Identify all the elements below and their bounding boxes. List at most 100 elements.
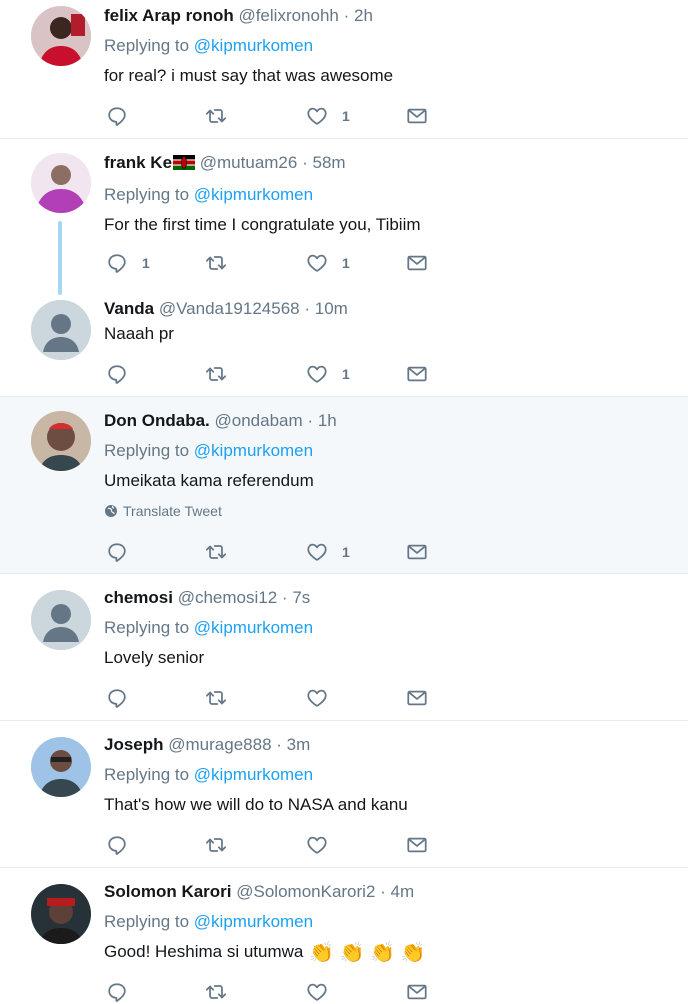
retweet-button[interactable] (205, 980, 227, 1004)
mention-link[interactable]: @kipmurkomen (194, 618, 313, 637)
retweet-button[interactable] (205, 540, 227, 564)
avatar[interactable] (31, 300, 91, 360)
mention-link[interactable]: @kipmurkomen (194, 36, 313, 55)
author-name[interactable]: felix Arap ronoh (104, 6, 234, 25)
avatar[interactable] (31, 411, 91, 471)
timestamp[interactable]: 7s (292, 588, 310, 607)
author-handle[interactable]: @SolomonKarori2 (236, 882, 375, 901)
direct-message-button[interactable] (406, 251, 428, 275)
retweet-button[interactable] (205, 251, 227, 275)
timestamp[interactable]: 10m (315, 299, 348, 318)
author-name[interactable]: Joseph (104, 735, 164, 754)
author-handle[interactable]: @felixronohh (238, 6, 338, 25)
kenya-flag-icon (173, 155, 196, 175)
replying-to: Replying to @kipmurkomen (104, 618, 676, 638)
like-button[interactable]: 1 (306, 540, 350, 564)
avatar[interactable] (31, 737, 91, 797)
mention-link[interactable]: @kipmurkomen (194, 765, 313, 784)
replying-label: Replying to (104, 185, 190, 204)
timestamp[interactable]: 4m (391, 882, 415, 901)
like-icon (306, 105, 328, 127)
reply-icon (106, 834, 128, 856)
separator: · (304, 299, 311, 318)
direct-message-button[interactable] (406, 833, 428, 857)
tweet-actions: 1 (104, 540, 444, 564)
direct-message-icon (406, 834, 428, 856)
author-handle[interactable]: @murage888 (168, 735, 271, 754)
separator: · (281, 588, 288, 607)
retweet-button[interactable] (205, 104, 227, 128)
author-name[interactable]: Don Ondaba. (104, 411, 210, 430)
like-button[interactable] (306, 980, 328, 1004)
tweet-text-body: Good! Heshima si utumwa (104, 942, 304, 961)
tweet[interactable]: chemosi @chemosi12 · 7s Replying to @kip… (0, 574, 688, 720)
mention-link[interactable]: @kipmurkomen (194, 912, 313, 931)
direct-message-button[interactable] (406, 980, 428, 1004)
tweet[interactable]: frank Ke @mutuam26 · 58m Replying to @ki… (0, 139, 688, 295)
translate-tweet-link[interactable]: Translate Tweet (104, 503, 676, 519)
author-handle[interactable]: @mutuam26 (200, 153, 298, 172)
direct-message-button[interactable] (406, 540, 428, 564)
replying-label: Replying to (104, 618, 190, 637)
author-handle[interactable]: @Vanda19124568 (159, 299, 300, 318)
reply-button[interactable] (106, 104, 142, 128)
tweet-actions (104, 833, 444, 857)
timestamp[interactable]: 3m (287, 735, 311, 754)
timestamp[interactable]: 2h (354, 6, 373, 25)
replying-to: Replying to @kipmurkomen (104, 441, 676, 461)
globe-icon (105, 505, 117, 517)
like-button[interactable]: 1 (306, 362, 350, 386)
timestamp[interactable]: 1h (318, 411, 337, 430)
retweet-icon (205, 687, 227, 709)
timestamp[interactable]: 58m (312, 153, 345, 172)
mention-link[interactable]: @kipmurkomen (194, 185, 313, 204)
tweet[interactable]: Vanda @Vanda19124568 · 10m Naaah pr 1 (0, 284, 688, 396)
retweet-button[interactable] (205, 833, 227, 857)
like-button[interactable]: 1 (306, 104, 350, 128)
direct-message-icon (406, 363, 428, 385)
direct-message-button[interactable] (406, 362, 428, 386)
separator: · (276, 735, 282, 754)
author-name[interactable]: Solomon Karori (104, 882, 232, 901)
direct-message-button[interactable] (406, 104, 428, 128)
direct-message-button[interactable] (406, 686, 428, 710)
tweet-text: for real? i must say that was awesome (104, 66, 394, 85)
tweet[interactable]: Joseph @murage888 · 3m Replying to @kipm… (0, 721, 688, 867)
reply-button[interactable] (106, 833, 128, 857)
reply-icon (106, 252, 128, 274)
like-icon (306, 981, 328, 1003)
reply-button[interactable] (106, 980, 128, 1004)
like-count: 1 (342, 255, 350, 271)
author-handle[interactable]: @chemosi12 (178, 588, 277, 607)
retweet-button[interactable] (205, 686, 227, 710)
separator: · (380, 882, 386, 901)
reply-icon (106, 687, 128, 709)
author-name[interactable]: Vanda (104, 299, 154, 318)
reply-button[interactable]: 1 (106, 251, 150, 275)
separator: · (307, 411, 314, 430)
reply-button[interactable] (106, 686, 128, 710)
tweet[interactable]: Solomon Karori @SolomonKarori2 · 4m Repl… (0, 868, 688, 990)
like-button[interactable]: 1 (306, 251, 350, 275)
avatar[interactable] (31, 590, 91, 650)
reply-button[interactable] (106, 540, 142, 564)
like-button[interactable] (306, 686, 328, 710)
direct-message-icon (406, 981, 428, 1003)
author-handle[interactable]: @ondabam (215, 411, 303, 430)
direct-message-icon (406, 541, 428, 563)
retweet-button[interactable] (205, 362, 227, 386)
direct-message-icon (406, 252, 428, 274)
author-name[interactable]: frank Ke (104, 153, 172, 172)
avatar[interactable] (31, 6, 91, 66)
tweet[interactable]: felix Arap ronoh @felixronohh · 2h Reply… (0, 0, 688, 138)
retweet-icon (205, 252, 227, 274)
avatar[interactable] (31, 884, 91, 944)
replying-label: Replying to (104, 36, 190, 55)
like-button[interactable] (306, 833, 328, 857)
retweet-icon (205, 541, 227, 563)
author-name[interactable]: chemosi (104, 588, 173, 607)
avatar[interactable] (31, 153, 91, 213)
reply-button[interactable] (106, 362, 142, 386)
tweet[interactable]: Don Ondaba. @ondabam · 1h Replying to @k… (0, 397, 688, 573)
mention-link[interactable]: @kipmurkomen (194, 441, 313, 460)
